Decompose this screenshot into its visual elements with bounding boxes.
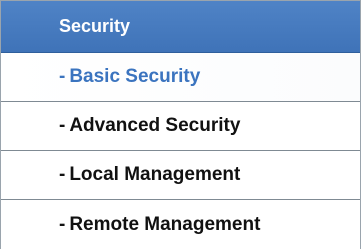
menu-item-label: Remote Management	[69, 213, 261, 235]
security-submenu: Security - Basic Security - Advanced Sec…	[0, 0, 361, 249]
menu-item-prefix: -	[59, 115, 66, 136]
menu-item-basic-security[interactable]: - Basic Security	[1, 53, 360, 102]
menu-item-prefix: -	[59, 213, 66, 235]
menu-item-remote-management[interactable]: - Remote Management	[1, 200, 360, 249]
menu-item-prefix: -	[59, 66, 66, 87]
menu-item-label: Local Management	[69, 164, 241, 185]
menu-item-local-management[interactable]: - Local Management	[1, 151, 360, 200]
menu-header-label: Security	[59, 16, 131, 36]
security-menu-header[interactable]: Security	[1, 1, 360, 53]
menu-item-prefix: -	[59, 164, 66, 185]
menu-item-advanced-security[interactable]: - Advanced Security	[1, 102, 360, 151]
menu-item-label: Basic Security	[69, 66, 201, 87]
menu-item-label: Advanced Security	[69, 115, 241, 136]
